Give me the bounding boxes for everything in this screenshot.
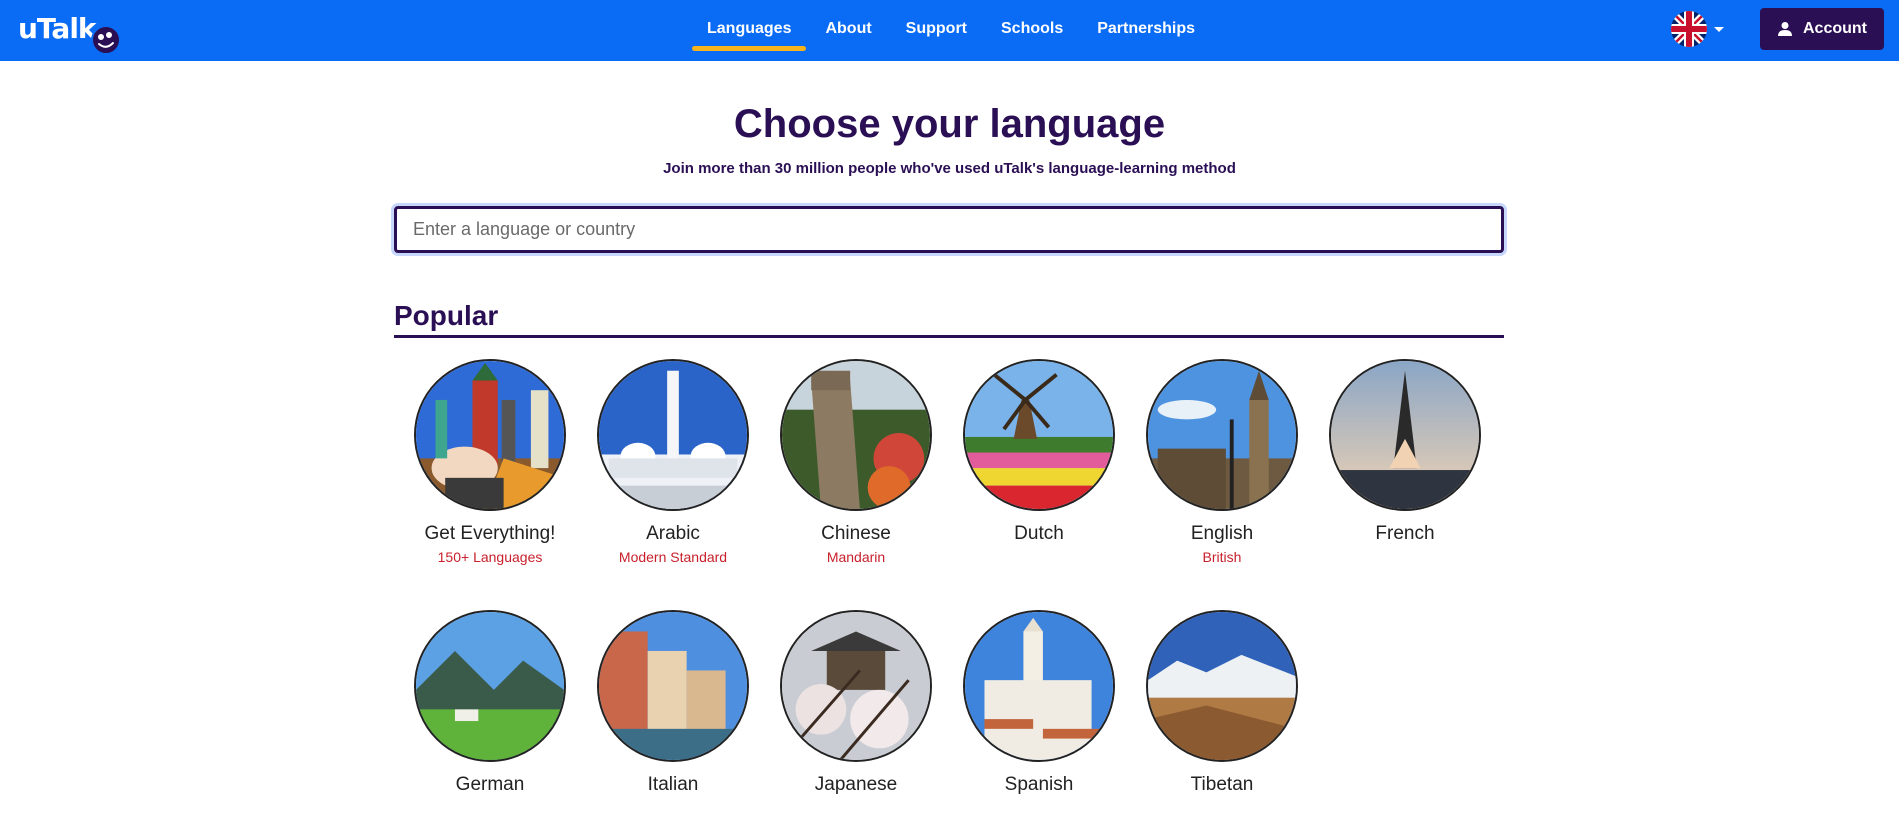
- language-name: Japanese: [814, 774, 898, 795]
- popular-heading: Popular: [394, 300, 499, 331]
- language-tile-tibetan[interactable]: Tibetan: [1130, 610, 1314, 796]
- language-name: Get Everything!: [424, 523, 556, 544]
- top-nav-bar: uTalk Languages About Support Schools Pa…: [0, 0, 1899, 61]
- great-wall-image: [780, 359, 932, 511]
- windmill-tulips-image: [963, 359, 1115, 511]
- account-label: Account: [1803, 20, 1867, 37]
- language-name: German: [455, 774, 525, 795]
- language-variant: British: [1202, 549, 1242, 565]
- language-name: Spanish: [1004, 774, 1074, 795]
- landmarks-collage-image: [414, 359, 566, 511]
- search-input[interactable]: [394, 206, 1504, 253]
- nav-partnerships[interactable]: Partnerships: [1080, 0, 1212, 61]
- language-name: Arabic: [646, 523, 700, 544]
- nav-schools[interactable]: Schools: [984, 0, 1080, 61]
- big-ben-image: [1146, 359, 1298, 511]
- uk-flag-icon[interactable]: [1671, 11, 1707, 47]
- spanish-village-image: [963, 610, 1115, 762]
- language-tile-dutch[interactable]: Dutch: [947, 359, 1131, 545]
- venice-canal-image: [597, 610, 749, 762]
- nav-languages[interactable]: Languages: [690, 0, 808, 61]
- language-name: Dutch: [1014, 523, 1064, 544]
- language-variant: Modern Standard: [618, 549, 728, 565]
- utalk-logo[interactable]: uTalk: [18, 10, 121, 55]
- page-subtitle: Join more than 30 million people who've …: [663, 160, 1236, 177]
- language-tile-japanese[interactable]: Japanese: [764, 610, 948, 796]
- language-variant: Mandarin: [826, 549, 886, 565]
- main-nav: Languages About Support Schools Partners…: [690, 0, 1212, 61]
- user-icon: [1778, 22, 1792, 36]
- language-name: English: [1190, 523, 1254, 544]
- nav-about[interactable]: About: [808, 0, 888, 61]
- language-menu-caret-icon[interactable]: [1714, 27, 1724, 32]
- language-name: Tibetan: [1190, 774, 1254, 795]
- language-name: Chinese: [821, 523, 891, 544]
- language-tile-english[interactable]: English British: [1130, 359, 1314, 565]
- language-tile-french[interactable]: French: [1313, 359, 1497, 545]
- mosque-image: [597, 359, 749, 511]
- page-title: Choose your language: [733, 102, 1166, 146]
- language-tile-arabic[interactable]: Arabic Modern Standard: [581, 359, 765, 565]
- language-tile-italian[interactable]: Italian: [581, 610, 765, 796]
- himalaya-landscape-image: [1146, 610, 1298, 762]
- section-divider: [394, 335, 1504, 338]
- language-name: Italian: [647, 774, 699, 795]
- nav-support[interactable]: Support: [889, 0, 984, 61]
- language-variant: 150+ Languages: [437, 549, 543, 565]
- logo-face-icon: [91, 25, 121, 55]
- alpine-meadow-image: [414, 610, 566, 762]
- language-name: French: [1375, 523, 1435, 544]
- language-tile-german[interactable]: German: [398, 610, 582, 796]
- eiffel-tower-image: [1329, 359, 1481, 511]
- language-tile-get-everything[interactable]: Get Everything! 150+ Languages: [398, 359, 582, 565]
- account-button[interactable]: Account: [1760, 8, 1884, 50]
- language-tile-spanish[interactable]: Spanish: [947, 610, 1131, 796]
- cherry-blossom-temple-image: [780, 610, 932, 762]
- language-tile-chinese[interactable]: Chinese Mandarin: [764, 359, 948, 565]
